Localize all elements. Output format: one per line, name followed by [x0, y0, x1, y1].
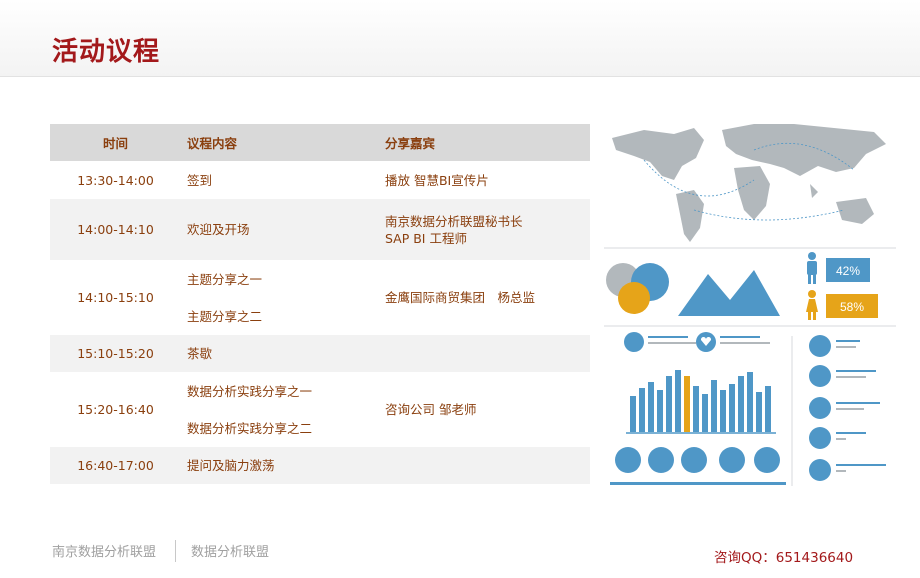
world-map — [612, 124, 886, 242]
table-row: 16:40-17:00 提问及脑力激荡 — [50, 447, 590, 484]
footer-divider — [175, 540, 176, 562]
row-time: 15:20-16:40 — [50, 372, 181, 447]
speaker-line: 金鹰国际商贸集团 杨总监 — [385, 290, 536, 305]
footer-contact: 咨询QQ：651436640 — [714, 550, 854, 566]
row-time: 14:10-15:10 — [50, 260, 181, 335]
row-content: 主题分享之一 主题分享之二 — [181, 260, 385, 335]
table-row: 15:20-16:40 数据分析实践分享之一 数据分析实践分享之二 咨询公司 邹… — [50, 372, 590, 447]
table-row: 14:10-15:10 主题分享之一 主题分享之二 金鹰国际商贸集团 杨总监 — [50, 260, 590, 335]
speaker-line: 播放 智慧BI宣传片 — [385, 172, 489, 188]
row-time: 15:10-15:20 — [50, 335, 181, 372]
footer-org-name: 南京数据分析联盟 — [52, 545, 157, 560]
row-content: 签到 — [181, 161, 385, 199]
row-content: 数据分析实践分享之一 数据分析实践分享之二 — [181, 372, 385, 447]
content-line: 欢迎及开场 — [187, 222, 250, 237]
content-line: 数据分析实践分享之一 — [187, 383, 313, 399]
header-content: 议程内容 — [181, 124, 385, 161]
page-title: 活动议程 — [52, 37, 161, 67]
speaker-line: SAP BI 工程师 — [385, 230, 467, 246]
speaker-line: 咨询公司 邹老师 — [385, 402, 477, 417]
table-row: 15:10-15:20 茶歇 — [50, 335, 590, 372]
content-line: 数据分析实践分享之二 — [187, 420, 313, 436]
content-line: 茶歇 — [187, 346, 213, 361]
row-time: 13:30-14:00 — [50, 161, 181, 199]
svg-text:42%: 42% — [836, 264, 860, 278]
row-time: 16:40-17:00 — [50, 447, 181, 484]
footer-org-short: 数据分析联盟 — [191, 545, 270, 560]
row-content: 提问及脑力激荡 — [181, 447, 385, 484]
row-speaker: 播放 智慧BI宣传片 — [385, 161, 590, 199]
female-icon — [806, 290, 818, 320]
header-time: 时间 — [50, 124, 181, 161]
content-line: 主题分享之一 — [187, 271, 263, 287]
row-speaker — [385, 447, 590, 484]
speaker-line: 南京数据分析联盟秘书长 — [385, 213, 523, 229]
row-content: 茶歇 — [181, 335, 385, 372]
agenda-table: 时间 议程内容 分享嘉宾 13:30-14:00 签到 播放 智慧BI宣传片 1… — [50, 124, 590, 484]
row-speaker: 咨询公司 邹老师 — [385, 372, 590, 447]
svg-text:58%: 58% — [840, 300, 864, 314]
row-speaker: 金鹰国际商贸集团 杨总监 — [385, 260, 590, 335]
infographic-image: 42% 58% — [604, 124, 896, 486]
table-row: 13:30-14:00 签到 播放 智慧BI宣传片 — [50, 161, 590, 199]
table-row: 14:00-14:10 欢迎及开场 南京数据分析联盟秘书长 SAP BI 工程师 — [50, 199, 590, 260]
male-icon — [807, 252, 817, 284]
row-speaker: 南京数据分析联盟秘书长 SAP BI 工程师 — [385, 199, 590, 260]
row-speaker — [385, 335, 590, 372]
row-content: 欢迎及开场 — [181, 199, 385, 260]
content-line: 签到 — [187, 172, 213, 188]
heart-icon — [696, 332, 716, 352]
header-speaker: 分享嘉宾 — [385, 124, 590, 161]
agenda-header-row: 时间 议程内容 分享嘉宾 — [50, 124, 590, 161]
content-line: 提问及脑力激荡 — [187, 458, 275, 473]
row-time: 14:00-14:10 — [50, 199, 181, 260]
content-line: 主题分享之二 — [187, 308, 263, 324]
